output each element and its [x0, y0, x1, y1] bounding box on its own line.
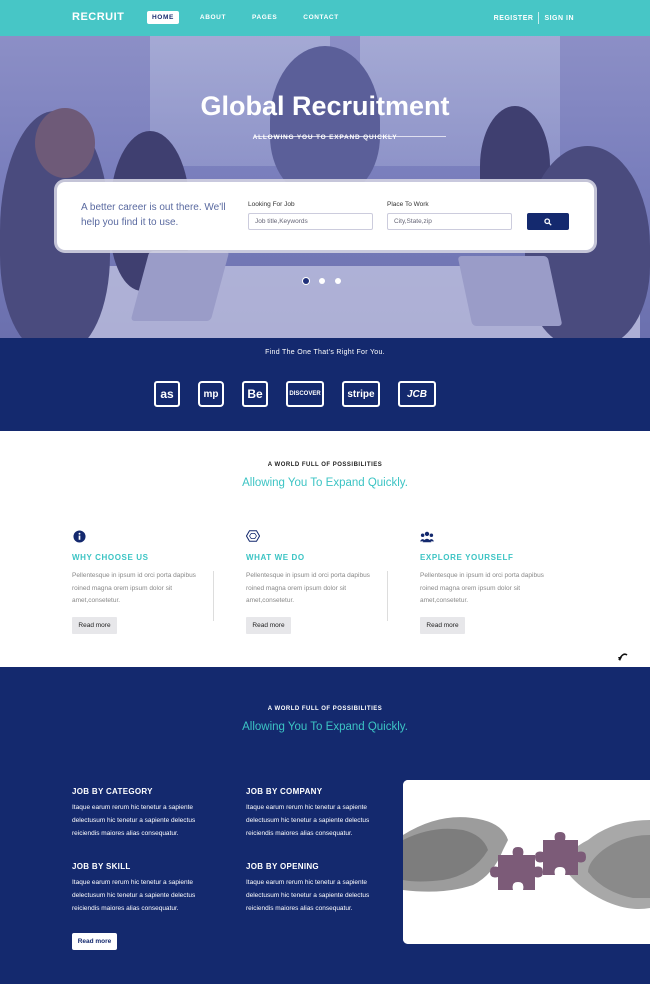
hero-subtitle: ALLOWING YOU TO EXPAND QUICKLY: [252, 134, 398, 141]
behance-logo[interactable]: Be: [242, 381, 268, 407]
job-field-label: Looking For Job: [248, 201, 295, 208]
job-title[interactable]: JOB BY COMPANY: [246, 787, 396, 796]
jobs-kicker: A WORLD FULL OF POSSIBILITIES: [267, 706, 383, 712]
auth-links: REGISTER SIGN IN: [494, 12, 574, 24]
feature-card: WHY CHOOSE US Pellentesque in ipsum id o…: [72, 529, 212, 608]
stripe-logo[interactable]: stripe: [342, 381, 380, 407]
puzzle-hands-illustration: [403, 780, 650, 944]
features-kicker: A WORLD FULL OF POSSIBILITIES: [267, 462, 383, 468]
nav-item-home[interactable]: HOME: [147, 11, 179, 24]
register-link[interactable]: REGISTER: [494, 15, 534, 22]
signin-link[interactable]: SIGN IN: [544, 15, 574, 22]
carousel-dot[interactable]: [303, 278, 309, 284]
main-menu: HOME ABOUT PAGES CONTACT: [147, 11, 360, 24]
job-skill-block: JOB BY SKILL Itaque earum rerum hic tene…: [72, 862, 222, 915]
job-text: Itaque earum rerum hic tenetur a sapient…: [246, 804, 370, 837]
read-more-button[interactable]: Read more: [420, 617, 465, 634]
brand-logos: as mp Be DISCOVER stripe JCB: [154, 381, 454, 407]
place-search-input[interactable]: City,State,zip: [387, 213, 512, 230]
feature-text: Pellentesque in ipsum id orci porta dapi…: [246, 572, 370, 604]
job-company-block: JOB BY COMPANY Itaque earum rerum hic te…: [246, 787, 396, 840]
mp-logo[interactable]: mp: [198, 381, 224, 407]
feature-title: EXPLORE YOURSELF: [420, 553, 514, 562]
hexagon-icon: [246, 529, 260, 543]
job-text: Itaque earum rerum hic tenetur a sapient…: [72, 804, 196, 837]
jcb-logo[interactable]: JCB: [398, 381, 436, 407]
discover-logo[interactable]: DISCOVER: [286, 381, 324, 407]
hero-title: Global Recruitment: [200, 91, 450, 121]
auth-divider: [538, 12, 540, 24]
job-category-block: JOB BY CATEGORY Itaque earum rerum hic t…: [72, 787, 222, 840]
feature-title: WHY CHOOSE US: [72, 553, 149, 562]
job-search-card: A better career is out there. We'll help…: [57, 182, 594, 250]
jobs-read-more-button[interactable]: Read more: [72, 933, 117, 950]
feature-title: WHAT WE DO: [246, 553, 305, 562]
feature-divider: [387, 571, 388, 621]
bg-laptop: [457, 256, 563, 326]
top-navbar: RECRUIT HOME ABOUT PAGES CONTACT REGISTE…: [0, 0, 650, 36]
features-heading: Allowing You To Expand Quickly.: [242, 477, 408, 489]
feature-card: WHAT WE DO Pellentesque in ipsum id orci…: [246, 529, 386, 608]
jobs-heading: Allowing You To Expand Quickly.: [242, 721, 408, 733]
nav-item-contact[interactable]: CONTACT: [298, 11, 344, 24]
nav-item-about[interactable]: ABOUT: [195, 11, 231, 24]
jobs-section: A WORLD FULL OF POSSIBILITIES Allowing Y…: [0, 667, 650, 984]
puzzle-image: [403, 780, 650, 944]
feature-card: EXPLORE YOURSELF Pellentesque in ipsum i…: [420, 529, 560, 608]
brand-strip: Find The One That's Right For You. as mp…: [0, 338, 650, 431]
feature-text: Pellentesque in ipsum id orci porta dapi…: [72, 572, 196, 604]
job-title[interactable]: JOB BY OPENING: [246, 862, 396, 871]
place-field-label: Place To Work: [387, 201, 429, 208]
features-section: A WORLD FULL OF POSSIBILITIES Allowing Y…: [0, 431, 650, 667]
job-opening-block: JOB BY OPENING Itaque earum rerum hic te…: [246, 862, 396, 915]
users-icon: [420, 529, 434, 543]
feature-divider: [213, 571, 214, 621]
carousel-dots: [303, 278, 341, 284]
carousel-dot[interactable]: [319, 278, 325, 284]
search-icon: [544, 217, 552, 226]
nav-item-pages[interactable]: PAGES: [247, 11, 282, 24]
read-more-button[interactable]: Read more: [246, 617, 291, 634]
search-tagline: A better career is out there. We'll help…: [81, 202, 226, 228]
carousel-dot[interactable]: [335, 278, 341, 284]
hero-banner: Global Recruitment ALLOWING YOU TO EXPAN…: [0, 36, 650, 338]
info-icon: [72, 529, 86, 543]
search-button[interactable]: [527, 213, 569, 230]
job-search-input[interactable]: Job title,Keywords: [248, 213, 373, 230]
job-title[interactable]: JOB BY SKILL: [72, 862, 222, 871]
job-title[interactable]: JOB BY CATEGORY: [72, 787, 222, 796]
job-text: Itaque earum rerum hic tenetur a sapient…: [246, 879, 370, 912]
site-logo[interactable]: RECRUIT: [72, 11, 124, 23]
job-text: Itaque earum rerum hic tenetur a sapient…: [72, 879, 196, 912]
brand-strip-title: Find The One That's Right For You.: [265, 349, 385, 356]
lastfm-logo[interactable]: as: [154, 381, 180, 407]
feature-text: Pellentesque in ipsum id orci porta dapi…: [420, 572, 544, 604]
scroll-top-icon[interactable]: [617, 651, 629, 663]
read-more-button[interactable]: Read more: [72, 617, 117, 634]
